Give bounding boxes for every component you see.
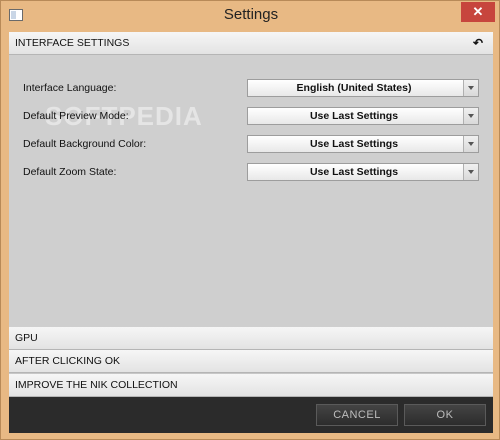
default-zoom-state-select[interactable]: Use Last Settings (247, 163, 479, 181)
interface-language-select[interactable]: English (United States) (247, 79, 479, 97)
select-value: Use Last Settings (309, 166, 399, 178)
section-label: GPU (15, 332, 38, 344)
section-improve-nik-collection[interactable]: IMPROVE THE NIK COLLECTION (9, 374, 493, 397)
default-preview-mode-select[interactable]: Use Last Settings (247, 107, 479, 125)
section-gpu[interactable]: GPU (9, 327, 493, 350)
interface-language-label: Interface Language: (23, 82, 117, 94)
select-value: Use Last Settings (309, 110, 399, 122)
default-background-color-select[interactable]: Use Last Settings (247, 135, 479, 153)
section-label: IMPROVE THE NIK COLLECTION (15, 379, 178, 391)
select-value: English (United States) (296, 82, 412, 94)
ok-button[interactable]: OK (404, 404, 486, 426)
chevron-down-icon (463, 136, 478, 152)
section-label: INTERFACE SETTINGS (15, 37, 130, 49)
default-zoom-state-label: Default Zoom State: (23, 166, 117, 178)
close-icon: ✕ (472, 4, 484, 19)
default-background-color-label: Default Background Color: (23, 138, 147, 150)
close-button[interactable]: ✕ (461, 2, 495, 22)
dialog-footer: CANCEL OK (9, 397, 493, 433)
chevron-down-icon (463, 80, 478, 96)
interface-settings-panel: SOFTPEDIA Interface Language: English (U… (9, 55, 493, 357)
section-label: AFTER CLICKING OK (15, 355, 121, 367)
cancel-button[interactable]: CANCEL (316, 404, 398, 426)
section-interface-settings[interactable]: INTERFACE SETTINGS ↶ (9, 32, 493, 55)
default-preview-mode-label: Default Preview Mode: (23, 110, 129, 122)
settings-content: INTERFACE SETTINGS ↶ SOFTPEDIA Interface… (9, 32, 493, 433)
chevron-down-icon (463, 164, 478, 180)
select-value: Use Last Settings (309, 138, 399, 150)
section-after-clicking-ok[interactable]: AFTER CLICKING OK (9, 350, 493, 373)
undo-icon[interactable]: ↶ (473, 32, 483, 55)
settings-window: Settings ✕ INTERFACE SETTINGS ↶ SOFTPEDI… (0, 0, 500, 440)
window-title: Settings (223, 6, 279, 23)
chevron-down-icon (463, 108, 478, 124)
title-bar[interactable]: Settings ✕ (1, 1, 500, 32)
